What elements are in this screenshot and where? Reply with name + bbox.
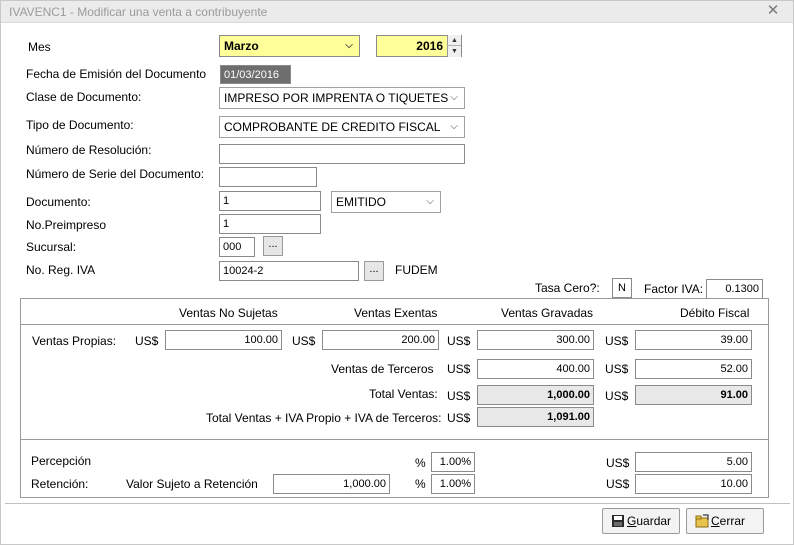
preimpreso-label: No.Preimpreso bbox=[26, 218, 107, 232]
total-debito-field: 91.00 bbox=[635, 385, 752, 405]
currency-label: US$ bbox=[447, 334, 471, 348]
currency-label: US$ bbox=[447, 411, 471, 425]
currency-label: US$ bbox=[605, 389, 629, 403]
factor-iva-label: Factor IVA: bbox=[644, 282, 704, 296]
sucursal-lookup-button[interactable]: ... bbox=[263, 236, 283, 256]
fecha-label: Fecha de Emisión del Documento bbox=[26, 67, 207, 81]
reg-iva-field[interactable]: 10024-2 bbox=[219, 261, 359, 281]
chevron-down-icon: ⌵ bbox=[450, 121, 458, 132]
percepcion-label: Percepción bbox=[31, 454, 92, 468]
currency-label: US$ bbox=[606, 456, 630, 470]
mes-select[interactable]: Marzo ⌵ bbox=[219, 35, 360, 57]
header-gravadas: Ventas Gravadas bbox=[501, 306, 594, 320]
documento-field[interactable]: 1 bbox=[219, 191, 321, 211]
header-divider bbox=[21, 324, 768, 325]
section-divider bbox=[21, 439, 768, 440]
title-bar: IVAVENC1 - Modificar una venta a contrib… bbox=[1, 1, 793, 23]
propias-exentas-field[interactable]: 200.00 bbox=[322, 330, 439, 350]
currency-label: US$ bbox=[447, 389, 471, 403]
retencion-pct-field[interactable]: 1.00% bbox=[431, 474, 475, 494]
currency-label: US$ bbox=[135, 334, 159, 348]
estado-value: EMITIDO bbox=[336, 195, 386, 209]
clase-label: Clase de Documento: bbox=[26, 90, 142, 104]
tasa-cero-label: Tasa Cero?: bbox=[535, 281, 600, 295]
sucursal-field[interactable]: 000 bbox=[219, 237, 255, 257]
fecha-field[interactable]: 01/03/2016 bbox=[220, 65, 291, 84]
reg-iva-label: No. Reg. IVA bbox=[26, 263, 96, 277]
mes-value: Marzo bbox=[224, 39, 259, 53]
terceros-debito-field[interactable]: 52.00 bbox=[635, 359, 752, 379]
preimpreso-field[interactable]: 1 bbox=[219, 214, 321, 234]
header-exentas: Ventas Exentas bbox=[354, 306, 438, 320]
mes-label: Mes bbox=[28, 40, 51, 54]
clase-select[interactable]: IMPRESO POR IMPRENTA O TIQUETES ⌵ bbox=[219, 87, 465, 109]
floppy-disk-icon bbox=[612, 515, 624, 527]
year-spin-buttons[interactable]: ▲ ▼ bbox=[447, 35, 461, 57]
sujeto-retencion-field[interactable]: 1,000.00 bbox=[273, 474, 390, 494]
percent-label: % bbox=[415, 477, 426, 491]
sucursal-label: Sucursal: bbox=[26, 240, 77, 254]
sujeto-retencion-label: Valor Sujeto a Retención bbox=[126, 477, 258, 491]
serie-field[interactable] bbox=[219, 167, 317, 187]
total-iva-label: Total Ventas + IVA Propio + IVA de Terce… bbox=[206, 411, 442, 425]
contribuyente-name: FUDEM bbox=[395, 263, 438, 277]
terceros-label: Ventas de Terceros bbox=[331, 362, 434, 376]
propias-debito-field[interactable]: 39.00 bbox=[635, 330, 752, 350]
spin-down-icon[interactable]: ▼ bbox=[448, 46, 461, 57]
guardar-label: uardar bbox=[636, 514, 672, 528]
guardar-button[interactable]: Guardar bbox=[602, 508, 680, 534]
cerrar-mnemonic: C bbox=[711, 514, 720, 528]
chevron-down-icon: ⌵ bbox=[426, 196, 434, 207]
header-no-sujetas: Ventas No Sujetas bbox=[179, 306, 278, 320]
retencion-value-field[interactable]: 10.00 bbox=[635, 474, 752, 494]
total-gravadas-field: 1,000.00 bbox=[477, 385, 594, 405]
propias-label: Ventas Propias: bbox=[32, 334, 117, 348]
percent-label: % bbox=[415, 456, 426, 470]
estado-select[interactable]: EMITIDO ⌵ bbox=[331, 191, 441, 213]
resolucion-label: Número de Resolución: bbox=[26, 143, 152, 157]
tasa-cero-field[interactable]: N bbox=[612, 278, 632, 298]
currency-label: US$ bbox=[606, 477, 630, 491]
retencion-label: Retención: bbox=[31, 477, 89, 491]
chevron-down-icon: ⌵ bbox=[345, 40, 353, 51]
folder-exit-icon bbox=[695, 514, 709, 528]
cerrar-label: errar bbox=[719, 514, 746, 528]
guardar-mnemonic: G bbox=[627, 514, 637, 528]
window: IVAVENC1 - Modificar una venta a contrib… bbox=[0, 0, 794, 545]
currency-label: US$ bbox=[447, 362, 471, 376]
propias-gravadas-field[interactable]: 300.00 bbox=[477, 330, 594, 350]
cerrar-button[interactable]: Cerrar bbox=[686, 508, 764, 534]
tipo-select[interactable]: COMPROBANTE DE CREDITO FISCAL ⌵ bbox=[219, 116, 465, 138]
total-ventas-label: Total Ventas: bbox=[369, 387, 438, 401]
tipo-value: COMPROBANTE DE CREDITO FISCAL bbox=[224, 120, 441, 134]
percepcion-pct-field[interactable]: 1.00% bbox=[431, 452, 475, 472]
header-debito: Débito Fiscal bbox=[680, 306, 750, 320]
resolucion-field[interactable] bbox=[219, 144, 465, 164]
reg-iva-lookup-button[interactable]: ... bbox=[364, 261, 384, 281]
close-icon[interactable]: ✕ bbox=[765, 3, 781, 19]
spin-up-icon[interactable]: ▲ bbox=[448, 35, 461, 46]
year-spinner[interactable]: 2016 ▲ ▼ bbox=[376, 35, 462, 57]
terceros-gravadas-field[interactable]: 400.00 bbox=[477, 359, 594, 379]
documento-label: Documento: bbox=[26, 195, 91, 209]
clase-value: IMPRESO POR IMPRENTA O TIQUETES bbox=[224, 91, 449, 105]
serie-label: Número de Serie del Documento: bbox=[26, 167, 205, 181]
footer-divider bbox=[5, 503, 790, 504]
factor-iva-field[interactable]: 0.1300 bbox=[706, 279, 763, 299]
year-value: 2016 bbox=[416, 39, 443, 53]
window-title: IVAVENC1 - Modificar una venta a contrib… bbox=[9, 5, 268, 19]
chevron-down-icon: ⌵ bbox=[450, 92, 458, 103]
currency-label: US$ bbox=[605, 362, 629, 376]
currency-label: US$ bbox=[292, 334, 316, 348]
tipo-label: Tipo de Documento: bbox=[26, 118, 134, 132]
total-iva-field: 1,091.00 bbox=[477, 407, 594, 427]
propias-no-sujetas-field[interactable]: 100.00 bbox=[165, 330, 282, 350]
percepcion-value-field[interactable]: 5.00 bbox=[635, 452, 752, 472]
currency-label: US$ bbox=[605, 334, 629, 348]
